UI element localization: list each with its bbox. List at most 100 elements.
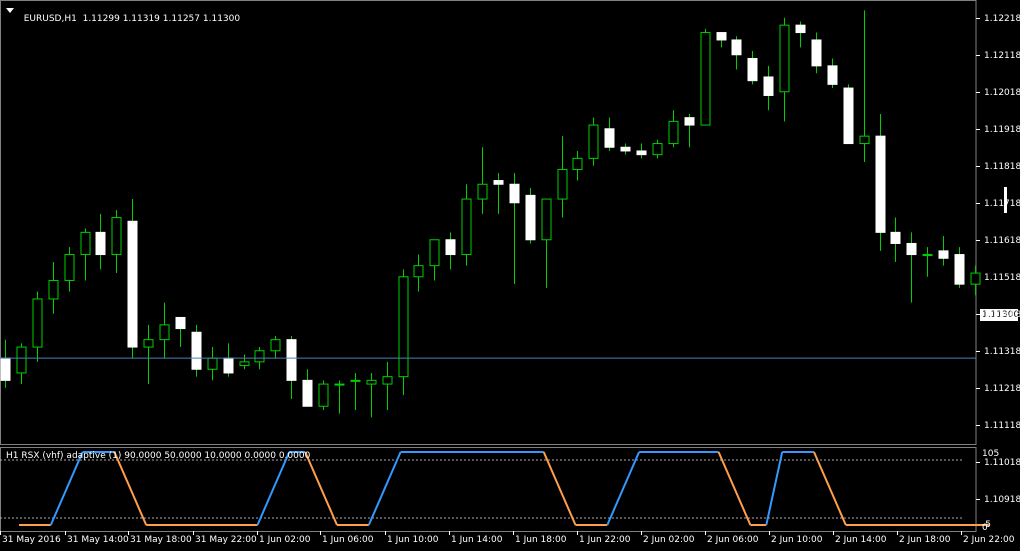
- indicator-level-bottom: 0: [982, 523, 988, 533]
- candle-bull: [572, 157, 583, 170]
- time-axis-label: 1 Jun 22:00: [579, 535, 631, 545]
- candle-bull: [429, 239, 440, 267]
- candle-bear: [525, 194, 536, 241]
- candle-bear: [191, 331, 202, 370]
- candle-bear: [95, 231, 106, 256]
- candle-bull: [779, 24, 790, 93]
- candle-bear: [684, 117, 695, 126]
- time-axis-label: 31 May 14:00: [67, 535, 129, 545]
- price-axis-label: 1.11518: [984, 272, 1020, 283]
- candle-bull: [970, 272, 981, 285]
- candle-bear: [127, 220, 138, 348]
- high-value: 1.11319: [122, 14, 160, 24]
- rsx-line-rise: [49, 451, 84, 526]
- price-axis-label: 1.11318: [984, 346, 1020, 357]
- candle-bear: [795, 24, 806, 34]
- candle-bull: [382, 376, 393, 385]
- candle-bull: [111, 217, 122, 256]
- candle-bear: [875, 135, 886, 233]
- candle-bull: [239, 361, 250, 367]
- time-axis-label: 2 Jun 02:00: [643, 535, 695, 545]
- candle-bull: [413, 265, 424, 278]
- time-axis-label: 31 May 2016: [2, 535, 61, 545]
- price-axis-label: 1.12118: [984, 50, 1020, 61]
- time-axis-label: 31 May 18:00: [130, 535, 192, 545]
- price-axis-label: 1.11018: [984, 457, 1020, 468]
- price-axis-label: 1.11818: [984, 161, 1020, 172]
- rsx-line-fall: [542, 451, 577, 526]
- candle-bear: [954, 254, 965, 285]
- rsx-line-rise: [606, 451, 641, 526]
- price-axis-label: 1.11918: [984, 124, 1020, 135]
- candle-bull: [270, 339, 281, 352]
- indicator-label: H1 RSX (vhf) adaptive (1) 90.0000 50.000…: [6, 451, 311, 461]
- candle-bull: [668, 120, 679, 145]
- candle-bear: [843, 87, 854, 145]
- candle-bear: [493, 180, 504, 185]
- candle-bear: [890, 231, 901, 244]
- price-axis-label: 1.12018: [984, 87, 1020, 98]
- price-axis-label: 1.11718: [984, 198, 1020, 209]
- price-axis-label: 1.11218: [984, 383, 1020, 394]
- candle-bull: [398, 276, 409, 378]
- time-axis-label: 2 Jun 22:00: [963, 535, 1015, 545]
- rsx-line-rise: [765, 451, 784, 526]
- rsx-line-rise: [256, 451, 291, 526]
- price-axis-label: 1.10918: [984, 494, 1020, 505]
- candle-bear: [811, 39, 822, 67]
- rsx-line-fall: [717, 451, 752, 526]
- candle-bull: [318, 383, 329, 407]
- close-value: 1.11300: [202, 14, 241, 24]
- candle-bull: [588, 124, 599, 159]
- rsx-line-fall: [113, 451, 148, 526]
- time-axis-label: 1 Jun 06:00: [322, 535, 374, 545]
- candle-bear: [716, 32, 727, 41]
- candle-bull: [334, 383, 345, 386]
- candle-bull: [159, 324, 170, 341]
- candle-bull: [48, 279, 59, 300]
- candle-bull: [557, 168, 568, 200]
- candle-bull: [16, 346, 27, 374]
- candle-bear: [604, 128, 615, 148]
- time-axis-label: 2 Jun 06:00: [707, 535, 759, 545]
- candle-bull: [652, 143, 663, 156]
- time-axis-label: 31 May 22:00: [195, 535, 257, 545]
- candle-bear: [445, 239, 456, 256]
- time-axis-label: 2 Jun 14:00: [835, 535, 887, 545]
- candle-bear: [747, 57, 758, 82]
- candle-bull: [366, 379, 377, 385]
- candle-bull: [700, 32, 711, 126]
- candle-bull: [143, 339, 154, 348]
- chart-header: EURUSD,H1 1.11299 1.11319 1.11257 1.1130…: [18, 4, 240, 24]
- time-axis-label: 1 Jun 18:00: [515, 535, 567, 545]
- rsx-line-fall: [304, 451, 338, 526]
- candle-bull: [461, 198, 472, 256]
- price-axis-label: 1.12218: [984, 13, 1020, 24]
- time-axis-label: 1 Jun 14:00: [451, 535, 503, 545]
- candle-bear: [731, 39, 742, 56]
- candle-bull: [254, 350, 265, 363]
- candle-bear: [763, 76, 774, 96]
- open-value: 1.11299: [82, 14, 120, 24]
- time-axis-label: 2 Jun 18:00: [899, 535, 951, 545]
- candle-bear: [175, 316, 186, 330]
- rsx-line-rise: [367, 451, 402, 526]
- candle-bear: [938, 250, 949, 259]
- candle-bear: [509, 183, 520, 204]
- candle-bear: [620, 146, 631, 152]
- time-axis-label: 1 Jun 10:00: [387, 535, 439, 545]
- candle-bear: [302, 379, 313, 407]
- symbol-label: EURUSD,H1: [23, 14, 77, 24]
- indicator-level-top: 105: [982, 449, 1000, 459]
- candle-bull: [541, 198, 552, 241]
- candle-bear: [636, 150, 647, 156]
- dropdown-triangle-icon[interactable]: [6, 8, 14, 13]
- candle-bull: [64, 254, 75, 281]
- candle-bull: [922, 254, 933, 257]
- price-axis-label: 1.11618: [984, 235, 1020, 246]
- chart-canvas[interactable]: [0, 0, 1020, 551]
- candle-bear: [827, 65, 838, 85]
- price-axis-label: 1.11418: [984, 309, 1020, 320]
- candle-bull: [80, 231, 91, 256]
- low-value: 1.11257: [162, 14, 200, 24]
